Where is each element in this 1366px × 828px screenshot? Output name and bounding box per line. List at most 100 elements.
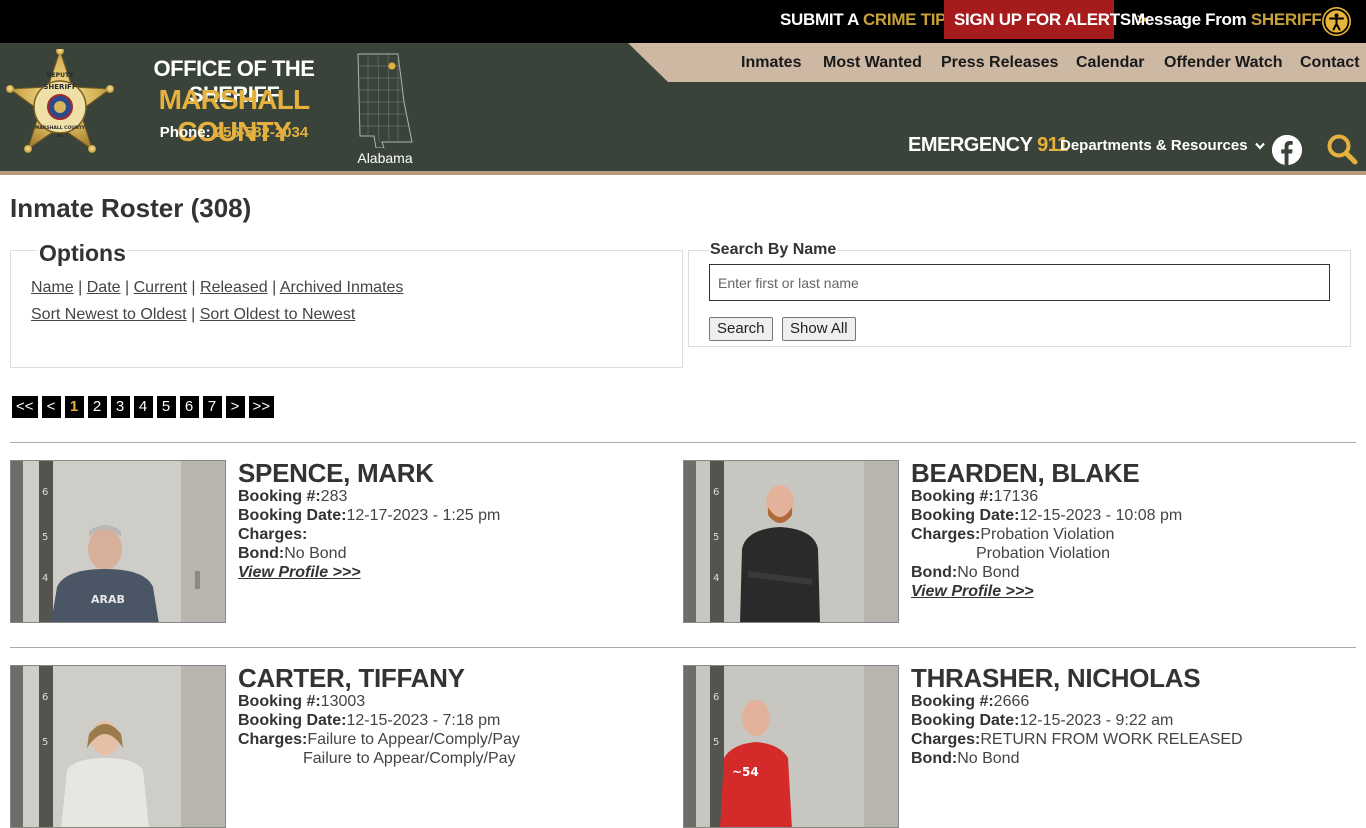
- bond-label: Bond:: [911, 564, 958, 581]
- page-next[interactable]: >: [225, 396, 245, 418]
- nav-contact[interactable]: Contact: [1300, 43, 1360, 82]
- page-2[interactable]: 2: [87, 396, 107, 418]
- page-last[interactable]: >>: [248, 396, 275, 418]
- bond-label: Bond:: [911, 750, 958, 767]
- inmate-photo[interactable]: 6 5 ~54: [683, 665, 899, 828]
- charges: Charges:Failure to Appear/Comply/Pay: [238, 731, 520, 749]
- charges: Charges:: [238, 526, 307, 544]
- top-utility-bar: SUBMIT A CRIME TIP> SIGN UP FOR ALERTS> …: [0, 0, 1366, 43]
- charges-label: Charges:: [911, 526, 981, 543]
- booking-number-label: Booking #:: [911, 693, 994, 710]
- option-released-link[interactable]: Released: [200, 279, 268, 296]
- svg-text:5: 5: [42, 737, 48, 748]
- phone-number[interactable]: 256-582-2034: [215, 124, 308, 141]
- page-1[interactable]: 1: [64, 396, 84, 418]
- message-label-a: Message From: [1131, 10, 1251, 29]
- page-6[interactable]: 6: [179, 396, 199, 418]
- inmate-photo[interactable]: 6 5 4 ARAB: [10, 460, 226, 623]
- charges: Charges:Probation Violation: [911, 526, 1114, 544]
- charge-item: Probation Violation: [980, 526, 1115, 543]
- search-name-input[interactable]: [709, 264, 1330, 301]
- view-profile-link[interactable]: View Profile >>>: [911, 583, 1034, 601]
- mugshot-image: 6 5: [11, 666, 225, 827]
- mugshot-image: 6 5 ~54: [684, 666, 898, 827]
- sort-oldest-link[interactable]: Sort Oldest to Newest: [200, 306, 356, 323]
- charges-label: Charges:: [238, 731, 308, 748]
- booking-date-value: 12-15-2023 - 10:08 pm: [1019, 507, 1183, 524]
- nav-calendar[interactable]: Calendar: [1076, 43, 1144, 82]
- crime-tip-label-a: SUBMIT A: [780, 10, 863, 29]
- page-7[interactable]: 7: [202, 396, 222, 418]
- phone-line: Phone: 256-582-2034: [120, 124, 348, 141]
- charge-item: RETURN FROM WORK RELEASED: [980, 731, 1243, 748]
- option-name-link[interactable]: Name: [31, 279, 74, 296]
- show-all-button[interactable]: Show All: [782, 317, 856, 341]
- svg-text:~54: ~54: [732, 765, 759, 779]
- divider: [10, 647, 1356, 648]
- booking-date-value: 12-15-2023 - 7:18 pm: [346, 712, 501, 729]
- page-5[interactable]: 5: [156, 396, 176, 418]
- badge-text-mid: SHERIFF: [43, 83, 76, 91]
- nav-offender-watch[interactable]: Offender Watch: [1164, 43, 1283, 82]
- emergency-911: EMERGENCY 911: [908, 134, 1068, 157]
- search-button[interactable]: Search: [709, 317, 773, 341]
- facebook-icon[interactable]: [1272, 135, 1302, 165]
- view-profile-link[interactable]: View Profile >>>: [238, 564, 361, 582]
- search-icon[interactable]: [1326, 133, 1358, 165]
- booking-number-value: 17136: [993, 488, 1039, 505]
- booking-date: Booking Date:12-17-2023 - 1:25 pm: [238, 507, 500, 525]
- option-current-link[interactable]: Current: [134, 279, 187, 296]
- page-prev[interactable]: <: [41, 396, 61, 418]
- bond: Bond:No Bond: [911, 564, 1019, 582]
- booking-number-label: Booking #:: [238, 488, 321, 505]
- charges: Charges:RETURN FROM WORK RELEASED: [911, 731, 1243, 749]
- booking-number: Booking #:2666: [911, 693, 1029, 711]
- message-sheriff-link[interactable]: Message From SHERIFF>: [1131, 0, 1337, 39]
- bond-label: Bond:: [238, 545, 285, 562]
- bond: Bond:No Bond: [238, 545, 346, 563]
- sort-newest-link[interactable]: Sort Newest to Oldest: [31, 306, 187, 323]
- nav-most-wanted[interactable]: Most Wanted: [823, 43, 922, 82]
- page-first[interactable]: <<: [12, 396, 38, 418]
- badge-text-county: MARSHALL COUNTY: [35, 125, 86, 131]
- booking-number-label: Booking #:: [911, 488, 994, 505]
- divider: [10, 442, 1356, 443]
- departments-dropdown[interactable]: Departments & Resources: [1060, 137, 1265, 154]
- charge-item: Failure to Appear/Comply/Pay: [307, 731, 520, 748]
- separator: |: [191, 306, 196, 323]
- nav-press-releases[interactable]: Press Releases: [941, 43, 1058, 82]
- phone-label: Phone:: [159, 124, 215, 141]
- booking-date-label: Booking Date:: [238, 712, 347, 729]
- sign-up-alerts-link[interactable]: SIGN UP FOR ALERTS >: [944, 0, 1147, 39]
- alabama-label: Alabama: [357, 150, 413, 166]
- booking-number-value: 283: [320, 488, 348, 505]
- inmate-photo[interactable]: 6 5 4: [683, 460, 899, 623]
- svg-text:6: 6: [42, 487, 48, 498]
- booking-date: Booking Date:12-15-2023 - 10:08 pm: [911, 507, 1182, 525]
- booking-number: Booking #:17136: [911, 488, 1038, 506]
- submit-crime-tip-link[interactable]: SUBMIT A CRIME TIP>: [780, 0, 962, 39]
- bond: Bond:No Bond: [911, 750, 1019, 768]
- svg-text:5: 5: [713, 737, 719, 748]
- svg-text:5: 5: [42, 532, 48, 543]
- bond-value: No Bond: [957, 564, 1020, 581]
- separator: |: [78, 279, 83, 296]
- mugshot-image: 6 5 4 ARAB: [11, 461, 225, 622]
- booking-number: Booking #:283: [238, 488, 347, 506]
- page-3[interactable]: 3: [110, 396, 130, 418]
- mugshot-image: 6 5 4: [684, 461, 898, 622]
- svg-text:6: 6: [42, 692, 48, 703]
- booking-date-value: 12-17-2023 - 1:25 pm: [346, 507, 501, 524]
- accessibility-icon[interactable]: [1322, 7, 1351, 36]
- alabama-map-icon: [352, 52, 416, 149]
- option-date-link[interactable]: Date: [87, 279, 121, 296]
- badge-text-state: AL: [56, 133, 64, 139]
- page-4[interactable]: 4: [133, 396, 153, 418]
- sheriff-badge-logo[interactable]: DEPUTY SHERIFF MARSHALL COUNTY AL: [6, 47, 114, 167]
- badge-text-top: DEPUTY: [47, 72, 74, 79]
- search-legend: Search By Name: [709, 241, 838, 259]
- inmate-photo[interactable]: 6 5: [10, 665, 226, 828]
- nav-inmates[interactable]: Inmates: [741, 43, 801, 82]
- option-archived-link[interactable]: Archived Inmates: [280, 279, 404, 296]
- message-label-b: SHERIFF: [1250, 10, 1322, 29]
